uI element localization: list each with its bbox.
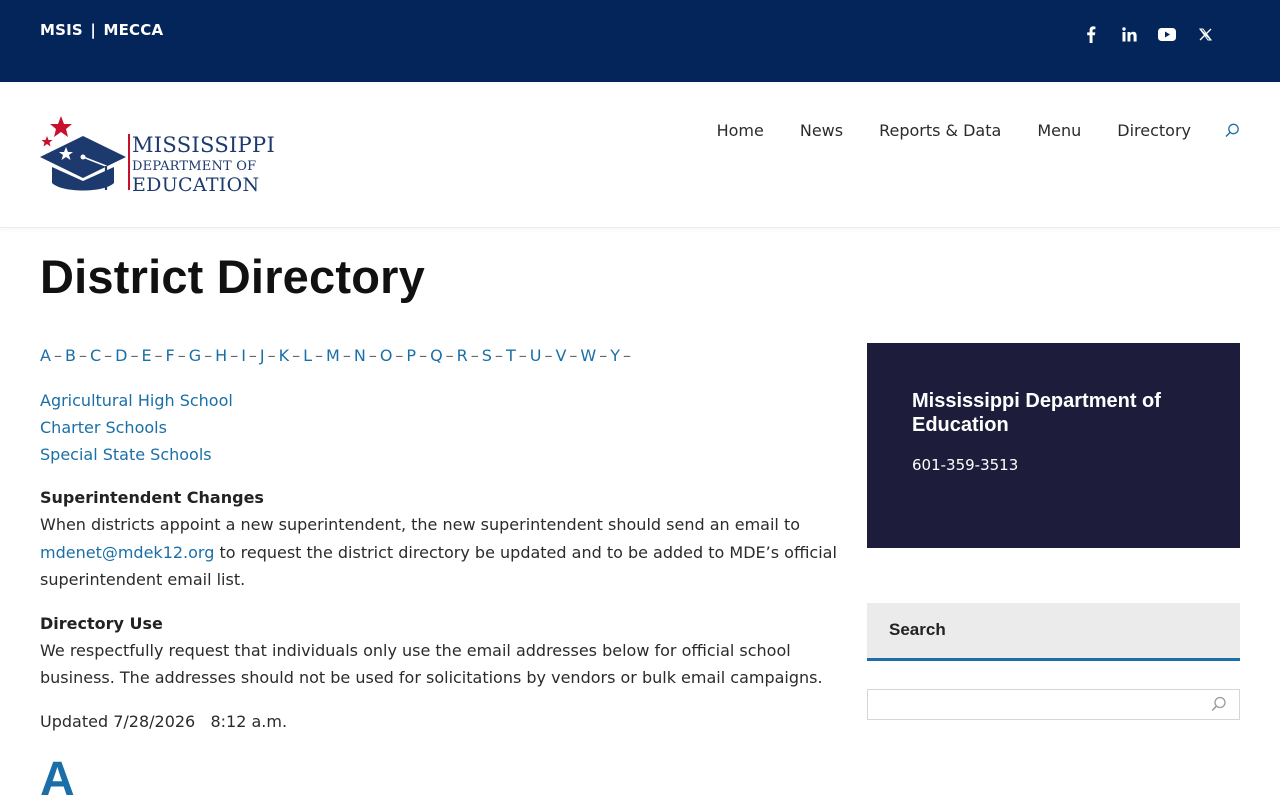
alpha-link-y[interactable]: Y (610, 346, 620, 365)
alpha-link-b[interactable]: B (65, 346, 76, 365)
alpha-link-q[interactable]: Q (430, 346, 443, 365)
alpha-separator: – (342, 346, 351, 365)
mecca-link[interactable]: MECCA (103, 21, 163, 39)
logo-line-3: EDUCATION (132, 174, 260, 196)
link-agricultural-high-school[interactable]: Agricultural High School (40, 387, 840, 414)
alpha-link-s[interactable]: S (482, 346, 492, 365)
main-content: A – B – C – D – E – F – G – H – I – J – K – L – M – N – O – P – Q – R – S – T –… (40, 343, 840, 800)
superintendent-heading: Superintendent Changes (40, 488, 264, 507)
directory-use-text: We respectfully request that individuals… (40, 640, 823, 688)
alpha-separator: – (315, 346, 324, 365)
x-icon[interactable] (1186, 24, 1224, 44)
alpha-link-g[interactable]: G (189, 346, 201, 365)
alpha-separator: – (368, 346, 377, 365)
superintendent-changes: Superintendent Changes When districts ap… (40, 484, 840, 594)
search-icon[interactable] (1225, 123, 1240, 138)
sidebar-search (867, 689, 1240, 720)
alpha-link-e[interactable]: E (141, 346, 151, 365)
main-nav: Home News Reports & Data Menu Directory (681, 121, 1240, 140)
nav-reports-data[interactable]: Reports & Data (879, 121, 1001, 140)
alpha-separator: – (53, 346, 62, 365)
alpha-separator: – (445, 346, 454, 365)
alpha-link-i[interactable]: I (241, 346, 246, 365)
alpha-separator: – (154, 346, 163, 365)
search-submit-icon[interactable] (1211, 696, 1227, 716)
alpha-link-h[interactable]: H (215, 346, 227, 365)
logo-line-2: DEPARTMENT OF (132, 159, 257, 174)
alpha-link-k[interactable]: K (279, 346, 290, 365)
facebook-icon[interactable] (1072, 24, 1110, 44)
contact-phone: 601-359-3513 (912, 456, 1019, 474)
mde-logo[interactable]: MISSISSIPPI DEPARTMENT OF EDUCATION (40, 114, 275, 196)
linkedin-icon[interactable] (1110, 24, 1148, 44)
alpha-link-d[interactable]: D (115, 346, 127, 365)
alpha-link-n[interactable]: N (354, 346, 366, 365)
search-input[interactable] (868, 690, 1188, 719)
alpha-separator: – (230, 346, 239, 365)
alpha-separator: – (204, 346, 213, 365)
directory-use: Directory Use We respectfully request th… (40, 610, 840, 692)
social-links (1072, 24, 1224, 44)
alpha-link-o[interactable]: O (380, 346, 393, 365)
alpha-separator: – (130, 346, 139, 365)
alpha-separator: – (78, 346, 87, 365)
logo-wordmark: MISSISSIPPI DEPARTMENT OF EDUCATION (132, 135, 275, 195)
alpha-separator: – (544, 346, 553, 365)
logo-line-1: MISSISSIPPI (132, 133, 276, 157)
contact-title: Mississippi Department of Education (912, 390, 1161, 436)
alpha-separator: – (248, 346, 257, 365)
nav-menu[interactable]: Menu (1037, 121, 1081, 140)
topbar-links: MSIS | MECCA (40, 21, 163, 39)
alpha-link-r[interactable]: R (457, 346, 468, 365)
alpha-separator: – (177, 346, 186, 365)
alpha-link-m[interactable]: M (326, 346, 340, 365)
alpha-link-t[interactable]: T (506, 346, 516, 365)
logo-divider (128, 134, 130, 190)
alpha-separator: – (599, 346, 608, 365)
alpha-link-j[interactable]: J (260, 346, 265, 365)
alpha-separator: – (470, 346, 479, 365)
alpha-link-c[interactable]: C (90, 346, 101, 365)
page-title: District Directory (40, 250, 425, 303)
superintendent-text: When districts appoint a new superintend… (40, 511, 840, 594)
nav-news[interactable]: News (800, 121, 843, 140)
alpha-link-p[interactable]: P (406, 346, 416, 365)
search-widget-header: Search (867, 603, 1240, 661)
alpha-separator: – (419, 346, 428, 365)
graduation-cap-logo-icon (40, 116, 126, 191)
alpha-separator: – (267, 346, 276, 365)
quick-links: Agricultural High School Charter Schools… (40, 387, 840, 468)
nav-home[interactable]: Home (717, 121, 764, 140)
alpha-link-w[interactable]: W (580, 346, 596, 365)
superintendent-text-1: When districts appoint a new superintend… (40, 515, 800, 534)
directory-use-heading: Directory Use (40, 613, 163, 633)
email-link[interactable]: mdenet@mdek12.org (40, 543, 214, 562)
youtube-icon[interactable] (1148, 24, 1186, 44)
alpha-link-u[interactable]: U (530, 346, 542, 365)
alpha-link-f[interactable]: F (166, 346, 175, 365)
alpha-link-a[interactable]: A (40, 346, 51, 365)
msis-link[interactable]: MSIS (40, 21, 83, 39)
alpha-separator: – (292, 346, 301, 365)
link-special-state-schools[interactable]: Special State Schools (40, 441, 840, 468)
alpha-link-l[interactable]: L (303, 346, 312, 365)
search-widget-title: Search (889, 620, 946, 639)
site-header: MISSISSIPPI DEPARTMENT OF EDUCATION Home… (0, 82, 1280, 228)
alpha-separator: – (104, 346, 113, 365)
top-bar: MSIS | MECCA (0, 0, 1280, 82)
alpha-separator: – (623, 346, 632, 365)
alpha-separator: – (395, 346, 404, 365)
alpha-separator: – (494, 346, 503, 365)
topbar-separator: | (90, 21, 97, 39)
alpha-separator: – (569, 346, 578, 365)
link-charter-schools[interactable]: Charter Schools (40, 414, 840, 441)
nav-directory[interactable]: Directory (1117, 121, 1191, 140)
alphabet-nav: A – B – C – D – E – F – G – H – I – J – K – L – M – N – O – P – Q – R – S – T –… (40, 343, 840, 369)
alpha-link-v[interactable]: V (555, 346, 566, 365)
contact-card: Mississippi Department of Education 601-… (867, 343, 1240, 548)
updated-timestamp: Updated 7/28/2026 8:12 a.m. (40, 711, 288, 731)
section-letter-a: A (40, 752, 75, 800)
alpha-separator: – (518, 346, 527, 365)
